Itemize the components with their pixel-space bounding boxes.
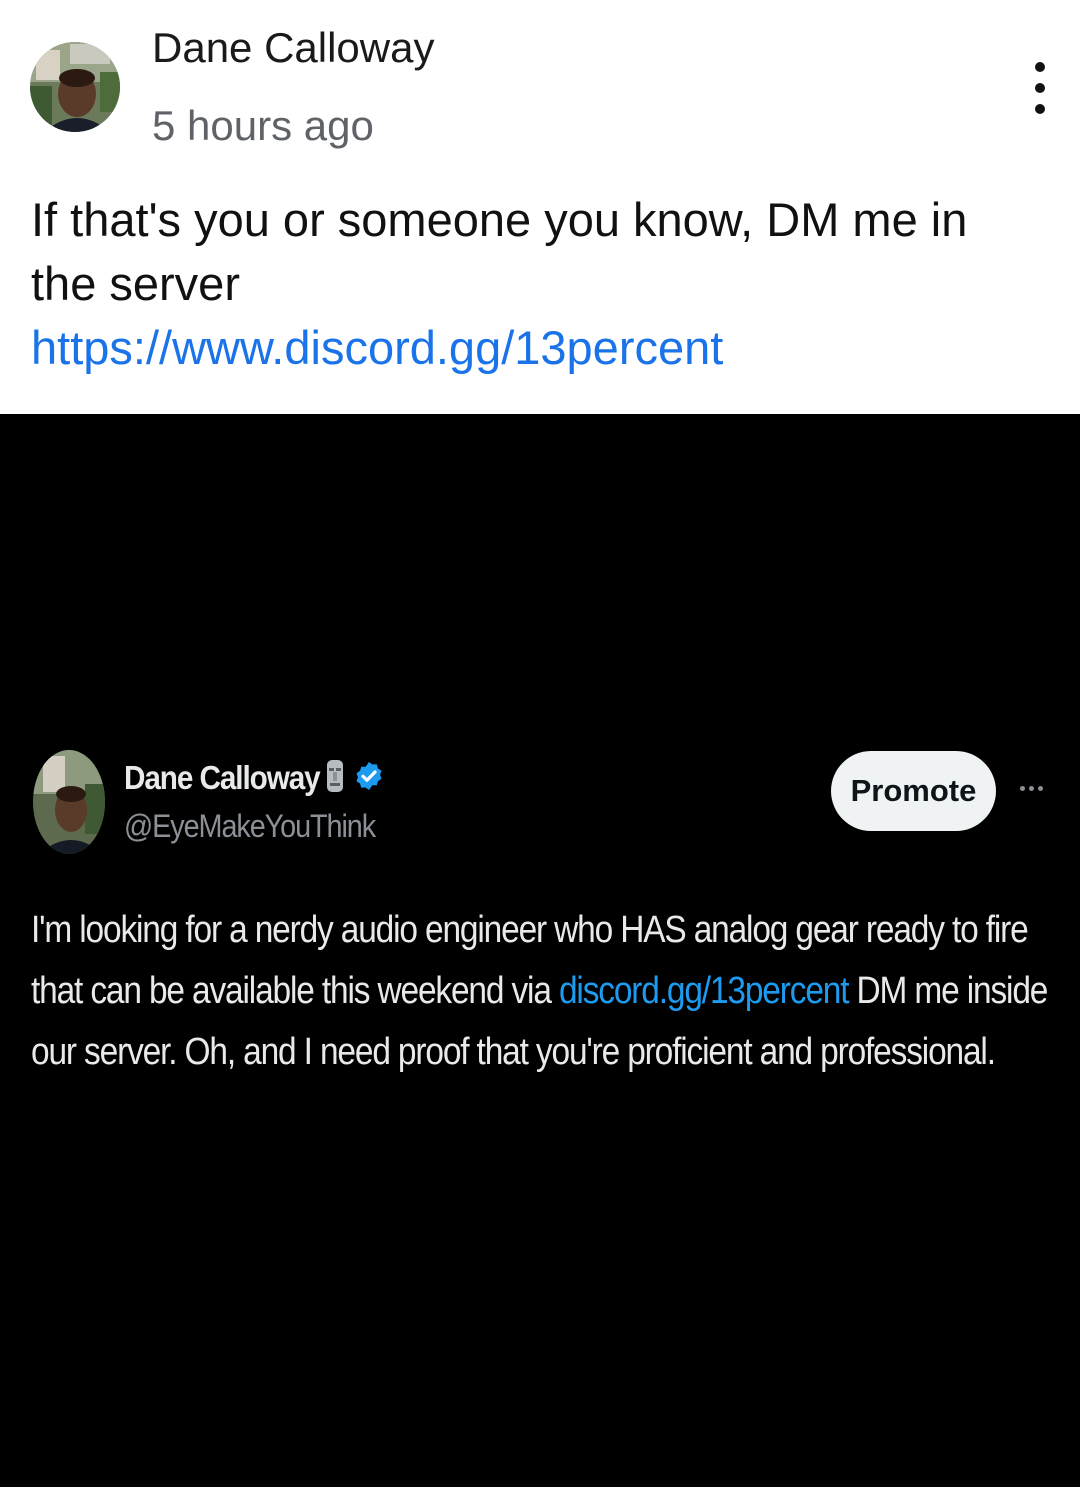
menu-dot — [1035, 83, 1045, 93]
moai-emoji-icon — [325, 759, 345, 798]
tweet-name-row: Dane Calloway — [124, 758, 385, 798]
author-avatar[interactable] — [30, 42, 120, 132]
tweet-link: discord.gg/13percent — [558, 970, 850, 1012]
menu-dot — [1035, 62, 1045, 72]
tweet-handle: @EyeMakeYouThink — [124, 808, 376, 844]
post-link[interactable]: https://www.discord.gg/13percent — [31, 316, 1041, 380]
menu-dot — [1035, 104, 1045, 114]
author-name[interactable]: Dane Calloway — [152, 22, 434, 74]
post-body: If that's you or someone you know, DM me… — [31, 188, 1041, 380]
post-image[interactable]: Dane Calloway @EyeMakeYouThink Promote I… — [0, 414, 1080, 1487]
verified-badge-icon — [353, 760, 385, 797]
tweet-text: I'm looking for a nerdy audio engineer w… — [31, 900, 1052, 1083]
post-card: Dane Calloway 5 hours ago If that's you … — [0, 0, 1080, 414]
tweet-avatar — [33, 750, 105, 854]
more-vertical-icon[interactable] — [1018, 62, 1062, 114]
avatar-photo — [30, 42, 120, 132]
promote-button: Promote — [831, 751, 996, 831]
tweet-more-icon — [1020, 786, 1043, 791]
post-timestamp: 5 hours ago — [152, 102, 374, 149]
tweet-display-name: Dane Calloway — [124, 759, 321, 796]
tweet-avatar-photo — [33, 750, 105, 854]
post-text: If that's you or someone you know, DM me… — [31, 193, 968, 310]
